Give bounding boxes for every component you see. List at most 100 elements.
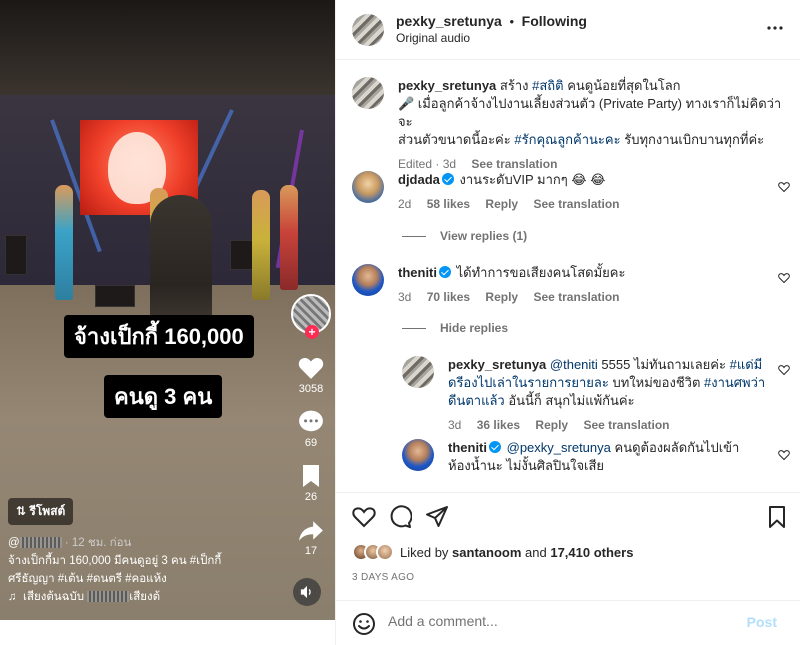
video-comment-button[interactable]: 69 <box>291 410 331 449</box>
blurred-username <box>19 537 62 549</box>
reply-button[interactable]: Reply <box>535 418 568 432</box>
hashtag-link[interactable]: #รักคุณลูกค้านะคะ <box>514 132 620 147</box>
replies-divider-line <box>402 328 426 330</box>
post-date: 3 DAYS AGO <box>352 572 415 583</box>
reply-username[interactable]: theniti <box>448 440 487 455</box>
post-caption: pexky_sretunya สร้าง #สถิติ คนดูน้อยที่ส… <box>398 77 783 173</box>
video-share-count: 17 <box>304 545 318 557</box>
comment-like-heart-icon[interactable] <box>778 272 790 284</box>
video-save-count: 26 <box>304 491 318 503</box>
reply-like-heart-icon[interactable] <box>778 449 790 461</box>
comment-text: งานระดับVIP มากๆ 😂 😂 <box>459 172 606 187</box>
caption-author-avatar[interactable] <box>352 77 384 109</box>
post-header: pexky_sretunya • Following Original audi… <box>336 0 800 60</box>
author-info: pexky_sretunya • Following Original audi… <box>396 13 587 45</box>
see-translation-button[interactable]: See translation <box>471 157 557 171</box>
liked-by-user-link[interactable]: santanoom <box>452 545 521 560</box>
like-heart-icon[interactable] <box>352 505 376 529</box>
reply-likes-count[interactable]: 36 likes <box>477 418 520 432</box>
video-save-button[interactable]: 26 <box>291 464 331 503</box>
author-avatar[interactable] <box>352 14 384 46</box>
hashtag-link[interactable]: ดรีองไปเล่าในรายการยายละ <box>448 375 609 390</box>
video-share-button[interactable]: 17 <box>291 520 331 557</box>
comment-bubble-icon[interactable] <box>388 505 412 529</box>
liker-avatars <box>352 543 394 561</box>
comment-likes-count[interactable]: 70 likes <box>427 290 470 304</box>
reply-item: theniti @pexky_sretunya คนดูต้องผลัดกันไ… <box>448 439 770 475</box>
reply-button[interactable]: Reply <box>485 197 518 211</box>
hashtag-link[interactable]: #สถิติ <box>532 78 563 93</box>
verified-badge-icon <box>439 266 451 278</box>
video-player[interactable]: จ้างเป็กกี้ 160,000 คนดู 3 คน + 3058 69 … <box>0 0 335 620</box>
repost-icon: ⇅ <box>16 504 30 518</box>
commenter-avatar[interactable] <box>352 171 384 203</box>
bookmark-filled-icon <box>303 465 319 487</box>
caption-username[interactable]: pexky_sretunya <box>398 78 496 93</box>
see-translation-button[interactable]: See translation <box>583 418 669 432</box>
view-replies-button[interactable]: View replies (1) <box>402 229 527 243</box>
comment-item: djdada งานระดับVIP มากๆ 😂 😂 2d 58 likes … <box>398 171 768 213</box>
blurred-sound-owner <box>87 591 130 603</box>
comment-username[interactable]: theniti <box>398 265 437 280</box>
comment-like-heart-icon[interactable] <box>778 181 790 193</box>
hashtag-link[interactable]: ดีนตาแล้ว <box>448 393 505 408</box>
mention-link[interactable]: @theniti <box>550 357 598 372</box>
commenter-avatar[interactable] <box>352 264 384 296</box>
hide-replies-label: Hide replies <box>440 321 509 335</box>
video-like-count: 3058 <box>298 383 324 395</box>
share-paper-plane-icon[interactable] <box>425 505 449 529</box>
post-comment-button[interactable]: Post <box>747 614 777 630</box>
reply-button[interactable]: Reply <box>485 290 518 304</box>
repost-chip[interactable]: ⇅ รีโพสต์ <box>8 498 74 525</box>
comment-bubble-icon <box>299 410 323 432</box>
caption-edited-age: Edited · 3d <box>398 157 457 171</box>
hide-replies-button[interactable]: Hide replies <box>402 321 508 335</box>
likes-others-link[interactable]: 17,410 others <box>550 545 633 560</box>
liked-by-summary: Liked by santanoom and 17,410 others <box>352 543 633 561</box>
verified-badge-icon <box>489 441 501 453</box>
caption-text: ส่วนตัวขนาดนี้อะค่ะ <box>398 132 511 147</box>
share-arrow-icon <box>299 521 323 541</box>
comment-age: 3d <box>398 290 412 304</box>
mute-toggle-button[interactable] <box>293 578 321 606</box>
dancer <box>252 190 270 300</box>
dancer <box>55 185 73 300</box>
reply-author-avatar[interactable] <box>402 439 434 471</box>
sound-name-suffix: เสียงต้ <box>129 591 161 603</box>
video-time-ago: · 12 ชม. ก่อน <box>64 537 132 549</box>
sound-name[interactable]: เสียงต้นฉบับ <box>23 591 84 603</box>
video-caption-overlay: จ้างเป็กกี้ 160,000 <box>64 315 254 358</box>
caption-text: คนดูน้อยที่สุดในโลก <box>567 78 681 93</box>
reply-username[interactable]: pexky_sretunya <box>448 357 546 372</box>
reply-author-avatar[interactable] <box>402 356 434 388</box>
liked-by-and: and <box>525 544 547 560</box>
comment-text: ได้ทำการขอเสียงคนโสดมั้ยคะ <box>456 265 626 280</box>
bookmark-icon[interactable] <box>765 505 789 529</box>
see-translation-button[interactable]: See translation <box>533 290 619 304</box>
mention-link[interactable]: @pexky_sretunya <box>507 440 611 455</box>
comment-likes-count[interactable]: 58 likes <box>427 197 470 211</box>
author-username[interactable]: pexky_sretunya <box>396 13 502 29</box>
hashtag-link[interactable]: #งานศพว่า <box>704 375 765 390</box>
caption-text: 🎤 เมื่อลูกค้าจ้างไปงานเลี้ยงส่วนตัว (Pri… <box>398 96 782 129</box>
video-description: @ · 12 ชม. ก่อน จ้างเป็กกี้มา 160,000 มี… <box>8 534 293 606</box>
comments-scroll-area[interactable]: pexky_sretunya สร้าง #สถิติ คนดูน้อยที่ส… <box>336 61 800 491</box>
at-symbol: @ <box>8 537 20 549</box>
comment-username[interactable]: djdada <box>398 172 440 187</box>
hashtag-link[interactable]: #แด่มี <box>730 357 763 372</box>
following-button[interactable]: Following <box>522 13 587 29</box>
comment-age: 2d <box>398 197 412 211</box>
repost-label: รีโพสต์ <box>29 504 66 518</box>
video-comment-count: 69 <box>304 437 318 449</box>
reply-text: อันนี้ก็ สนุกไม่แพ้กันค่ะ <box>508 393 635 408</box>
reply-like-heart-icon[interactable] <box>778 364 790 376</box>
speaker <box>5 235 27 275</box>
more-horizontal-icon[interactable] <box>767 26 783 30</box>
see-translation-button[interactable]: See translation <box>533 197 619 211</box>
emoji-smiley-icon[interactable] <box>352 612 376 636</box>
liker-avatar[interactable] <box>376 543 394 561</box>
original-audio-link[interactable]: Original audio <box>396 31 587 45</box>
follow-plus-icon[interactable]: + <box>305 325 319 339</box>
add-comment-input[interactable] <box>388 613 728 629</box>
video-like-button[interactable]: 3058 <box>291 356 331 395</box>
